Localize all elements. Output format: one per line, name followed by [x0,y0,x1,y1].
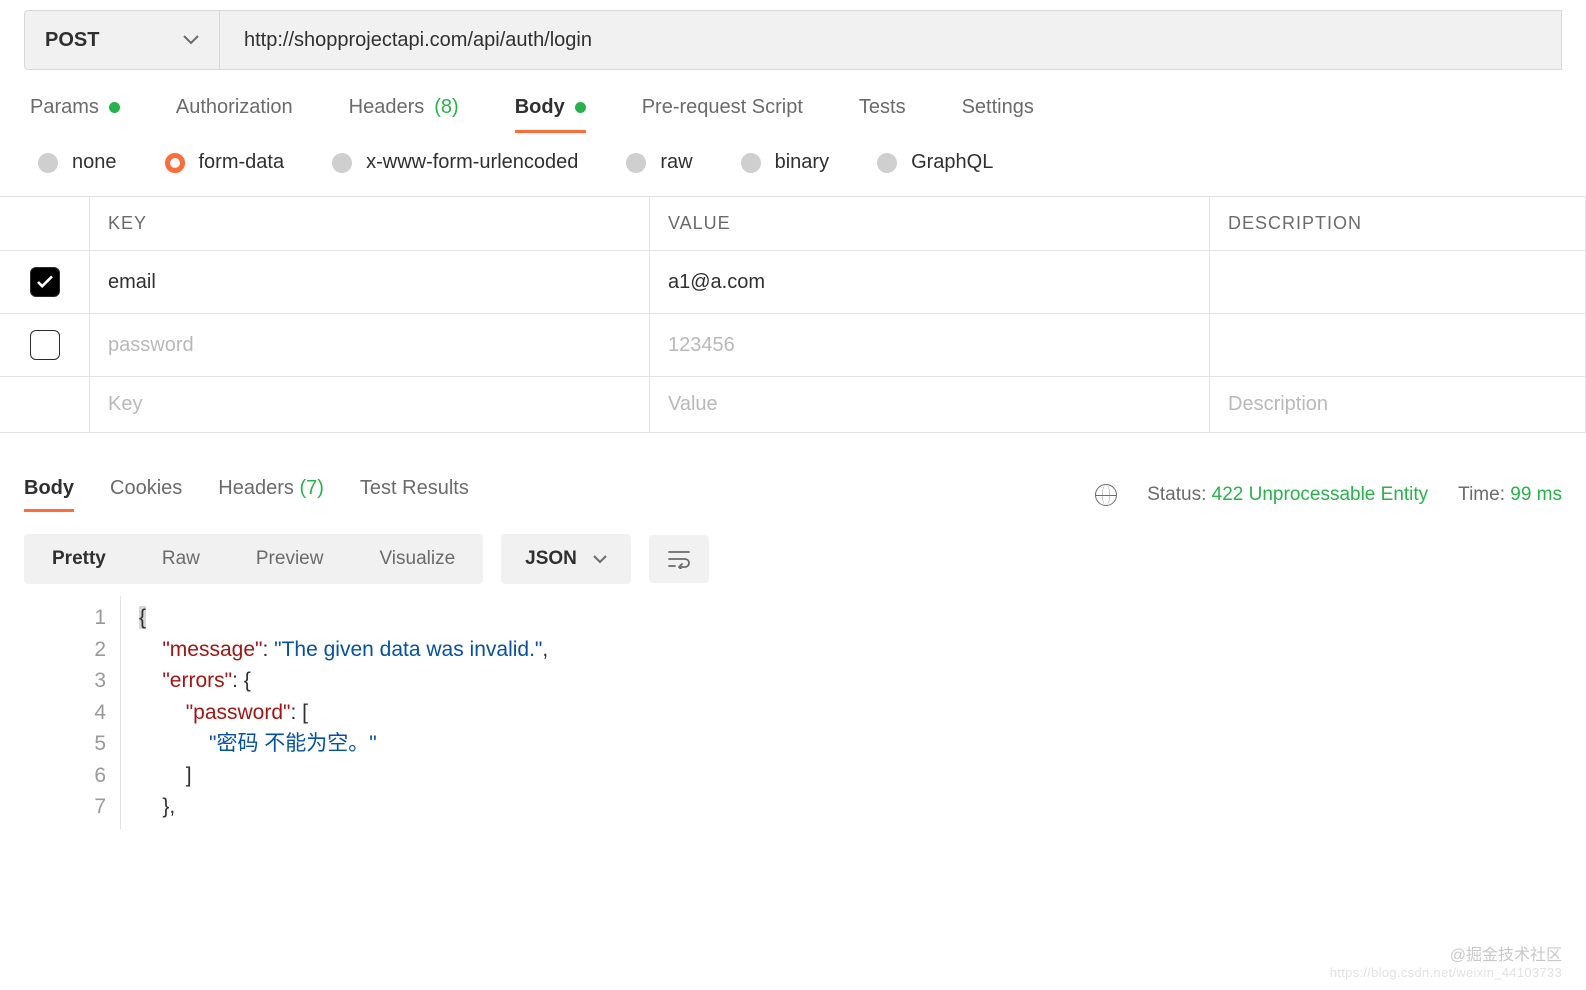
status-dot-icon [109,102,120,113]
cell-key[interactable]: password [90,314,650,376]
code-content: { "message": "The given data was invalid… [120,596,548,829]
chevron-down-icon [183,35,199,45]
body-type-binary[interactable]: binary [741,151,829,174]
watermark: @掘金技术社区 https://blog.csdn.net/weixin_441… [1330,941,1562,980]
cell-value[interactable]: 123456 [650,314,1210,376]
body-type-selector: none form-data x-www-form-urlencoded raw… [0,133,1586,196]
view-pretty[interactable]: Pretty [24,534,134,584]
row-checkbox[interactable] [30,330,60,360]
radio-icon [877,153,897,173]
chevron-down-icon [593,555,607,564]
tab-pre-request-script[interactable]: Pre-request Script [642,96,803,133]
cell-description[interactable] [1210,251,1586,313]
view-visualize[interactable]: Visualize [351,534,483,584]
radio-icon [165,153,185,173]
tab-headers[interactable]: Headers (8) [349,96,459,133]
tab-params[interactable]: Params [30,96,120,133]
body-type-graphql[interactable]: GraphQL [877,151,993,174]
table-row-new: Key Value Description [0,377,1586,433]
form-data-table: KEY VALUE DESCRIPTION email a1@a.com pas… [0,196,1586,433]
check-icon [36,275,54,289]
status-block[interactable]: Status: 422 Unprocessable Entity [1147,484,1428,506]
request-tabs: Params Authorization Headers (8) Body Pr… [0,70,1586,133]
col-key: KEY [90,197,650,250]
row-checkbox[interactable] [30,267,60,297]
view-mode-segment: Pretty Raw Preview Visualize [24,534,483,584]
http-method-dropdown[interactable]: POST [24,10,219,70]
response-tabs: Body Cookies Headers (7) Test Results [24,477,469,512]
radio-icon [741,153,761,173]
http-method-label: POST [45,29,99,52]
wrap-icon [667,549,691,569]
cell-key-placeholder[interactable]: Key [90,377,650,432]
response-tab-headers[interactable]: Headers (7) [218,477,324,512]
response-tab-test-results[interactable]: Test Results [360,477,469,512]
request-url-input[interactable]: http://shopprojectapi.com/api/auth/login [219,10,1562,70]
col-value: VALUE [650,197,1210,250]
wrap-lines-button[interactable] [649,535,709,583]
body-type-raw[interactable]: raw [626,151,692,174]
globe-icon[interactable] [1095,484,1117,506]
request-url-text: http://shopprojectapi.com/api/auth/login [244,29,592,52]
response-tab-body[interactable]: Body [24,477,74,512]
body-type-form-data[interactable]: form-data [165,151,285,174]
radio-icon [38,153,58,173]
radio-icon [332,153,352,173]
body-type-none[interactable]: none [38,151,117,174]
time-block[interactable]: Time: 99 ms [1458,484,1562,506]
tab-tests[interactable]: Tests [859,96,906,133]
table-row: password 123456 [0,314,1586,377]
status-dot-icon [575,102,586,113]
body-type-urlencoded[interactable]: x-www-form-urlencoded [332,151,578,174]
response-meta: Status: 422 Unprocessable Entity Time: 9… [1095,484,1562,506]
table-header-row: KEY VALUE DESCRIPTION [0,197,1586,251]
view-raw[interactable]: Raw [134,534,228,584]
cell-value-placeholder[interactable]: Value [650,377,1210,432]
response-body-viewer[interactable]: 1234567 { "message": "The given data was… [24,596,1562,829]
tab-settings[interactable]: Settings [962,96,1034,133]
tab-body[interactable]: Body [515,96,586,133]
col-description: DESCRIPTION [1210,197,1586,250]
cell-description[interactable] [1210,314,1586,376]
line-gutter: 1234567 [24,596,120,829]
table-row: email a1@a.com [0,251,1586,314]
response-tab-cookies[interactable]: Cookies [110,477,182,512]
tab-authorization[interactable]: Authorization [176,96,293,133]
view-preview[interactable]: Preview [228,534,352,584]
response-format-dropdown[interactable]: JSON [501,534,631,584]
cell-value[interactable]: a1@a.com [650,251,1210,313]
cell-description-placeholder[interactable]: Description [1210,377,1586,432]
radio-icon [626,153,646,173]
cell-key[interactable]: email [90,251,650,313]
